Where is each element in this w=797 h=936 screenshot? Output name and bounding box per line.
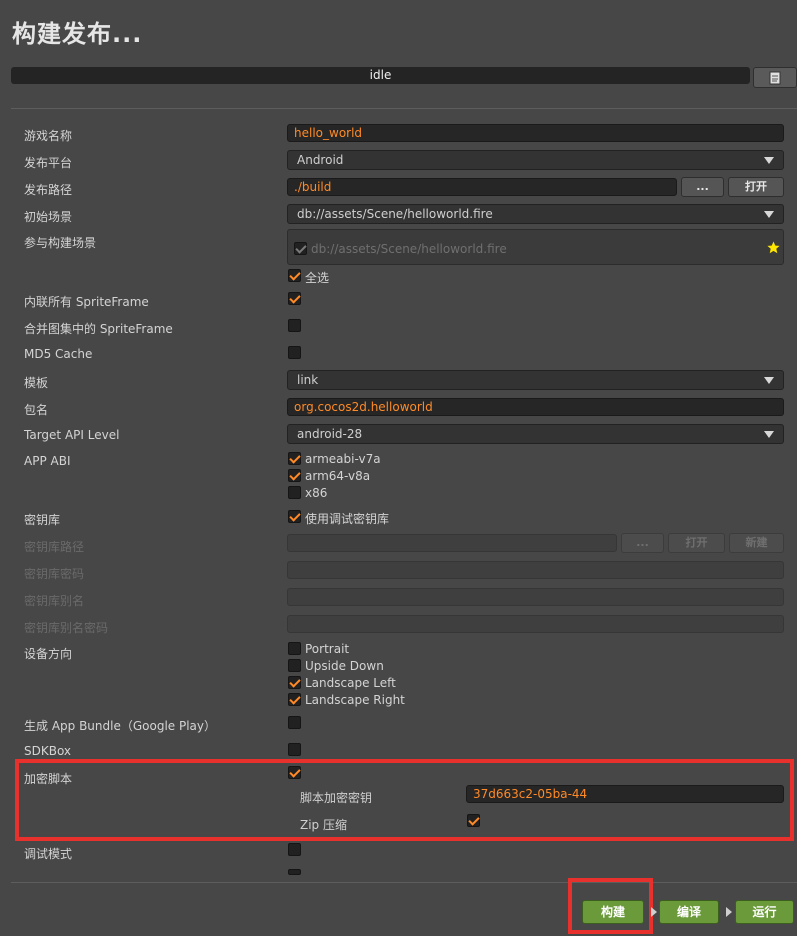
build-path-input[interactable]: ./build	[287, 178, 677, 196]
game-name-input[interactable]: hello_world	[287, 124, 784, 142]
keystore-path-open-button[interactable]: 打开	[668, 533, 725, 553]
app-bundle-checkbox[interactable]	[288, 716, 301, 729]
dropdown-arrow-icon	[764, 211, 774, 218]
start-scene-select[interactable]: db://assets/Scene/helloworld.fire	[287, 204, 784, 224]
abi-arm64-v8a-label: arm64-v8a	[305, 469, 371, 483]
inline-spriteframe-label: 内联所有 SpriteFrame	[24, 295, 149, 309]
orientation-landscape-right-label: Landscape Right	[305, 693, 405, 707]
keystore-path-browse-button[interactable]: ...	[621, 533, 664, 553]
package-name-label: 包名	[24, 403, 49, 417]
open-log-button[interactable]	[753, 67, 797, 88]
build-path-open-button[interactable]: 打开	[728, 177, 784, 197]
keystore-alias-label: 密钥库别名	[24, 594, 85, 608]
abi-armeabi-v7a-label: armeabi-v7a	[305, 452, 381, 466]
target-api-label: Target API Level	[24, 428, 120, 442]
orientation-upside-down-checkbox[interactable]	[288, 659, 301, 672]
orientation-portrait-label: Portrait	[305, 642, 350, 656]
template-select[interactable]: link	[287, 370, 784, 390]
keystore-alias-password-label: 密钥库别名密码	[24, 621, 109, 635]
partial-checkbox[interactable]	[288, 869, 301, 875]
build-button[interactable]: 构建	[582, 900, 644, 924]
zip-compress-checkbox[interactable]	[467, 814, 480, 827]
orientation-landscape-left-label: Landscape Left	[305, 676, 396, 690]
debug-mode-checkbox[interactable]	[288, 843, 301, 856]
select-all-label: 全选	[305, 271, 330, 285]
debug-mode-label: 调试模式	[24, 847, 73, 861]
package-name-input[interactable]: org.cocos2d.helloworld	[287, 398, 784, 416]
app-bundle-label: 生成 App Bundle（Google Play）	[24, 719, 217, 733]
orientation-upside-down-label: Upside Down	[305, 659, 384, 673]
keystore-label: 密钥库	[24, 513, 61, 527]
keystore-password-label: 密钥库密码	[24, 567, 85, 581]
platform-value: Android	[297, 153, 344, 167]
target-api-value: android-28	[297, 427, 363, 441]
build-progress-bar: idle	[11, 67, 750, 84]
orientation-portrait-checkbox[interactable]	[288, 642, 301, 655]
footer-divider	[11, 882, 797, 883]
page-title: 构建发布...	[12, 20, 143, 48]
build-path-label: 发布路径	[24, 183, 73, 197]
keystore-new-button[interactable]: 新建	[729, 533, 784, 553]
encrypt-key-input[interactable]: 37d663c2-05ba-44	[466, 785, 784, 803]
start-scene-label: 初始场景	[24, 210, 73, 224]
orientation-landscape-left-checkbox[interactable]	[288, 676, 301, 689]
scene-item-label: db://assets/Scene/helloworld.fire	[311, 242, 507, 256]
template-value: link	[297, 373, 319, 387]
encrypt-script-label: 加密脚本	[24, 772, 73, 786]
abi-x86-label: x86	[305, 486, 328, 500]
sdkbox-checkbox[interactable]	[288, 743, 301, 756]
md5-cache-label: MD5 Cache	[24, 347, 93, 361]
platform-select[interactable]: Android	[287, 150, 784, 170]
orientation-landscape-right-checkbox[interactable]	[288, 693, 301, 706]
compile-button[interactable]: 编译	[659, 900, 719, 924]
start-scene-value: db://assets/Scene/helloworld.fire	[297, 207, 493, 221]
encrypt-script-checkbox[interactable]	[288, 766, 301, 779]
run-button[interactable]: 运行	[735, 900, 794, 924]
merge-spriteframe-label: 合并图集中的 SpriteFrame	[24, 322, 173, 336]
md5-cache-checkbox[interactable]	[288, 346, 301, 359]
template-label: 模板	[24, 376, 49, 390]
keystore-path-input[interactable]	[287, 534, 617, 552]
chevron-right-icon	[726, 907, 732, 917]
dropdown-arrow-icon	[764, 431, 774, 438]
divider	[11, 108, 797, 109]
target-api-select[interactable]: android-28	[287, 424, 784, 444]
star-icon	[767, 241, 780, 254]
sdkbox-label: SDKBox	[24, 744, 72, 758]
encrypt-key-label: 脚本加密密钥	[300, 791, 373, 805]
select-all-checkbox[interactable]	[288, 269, 301, 282]
keystore-alias-password-input[interactable]	[287, 615, 784, 633]
abi-arm64-v8a-checkbox[interactable]	[288, 469, 301, 482]
dropdown-arrow-icon	[764, 157, 774, 164]
scenes-label: 参与构建场景	[24, 236, 97, 250]
inline-spriteframe-checkbox[interactable]	[288, 292, 301, 305]
abi-armeabi-v7a-checkbox[interactable]	[288, 452, 301, 465]
use-debug-keystore-checkbox[interactable]	[288, 510, 301, 523]
document-icon	[769, 71, 781, 85]
chevron-right-icon	[651, 907, 657, 917]
zip-compress-label: Zip 压缩	[300, 818, 347, 832]
app-abi-label: APP ABI	[24, 454, 71, 468]
orientation-label: 设备方向	[24, 647, 73, 661]
keystore-password-input[interactable]	[287, 561, 784, 579]
abi-x86-checkbox[interactable]	[288, 486, 301, 499]
game-name-label: 游戏名称	[24, 129, 73, 143]
scene-list: db://assets/Scene/helloworld.fire	[287, 229, 784, 265]
use-debug-keystore-label: 使用调试密钥库	[305, 512, 390, 526]
keystore-path-label: 密钥库路径	[24, 540, 85, 554]
merge-spriteframe-checkbox[interactable]	[288, 319, 301, 332]
build-path-browse-button[interactable]: ...	[681, 177, 724, 197]
keystore-alias-input[interactable]	[287, 588, 784, 606]
dropdown-arrow-icon	[764, 377, 774, 384]
scene-item-checkbox[interactable]	[294, 242, 307, 255]
platform-label: 发布平台	[24, 156, 73, 170]
